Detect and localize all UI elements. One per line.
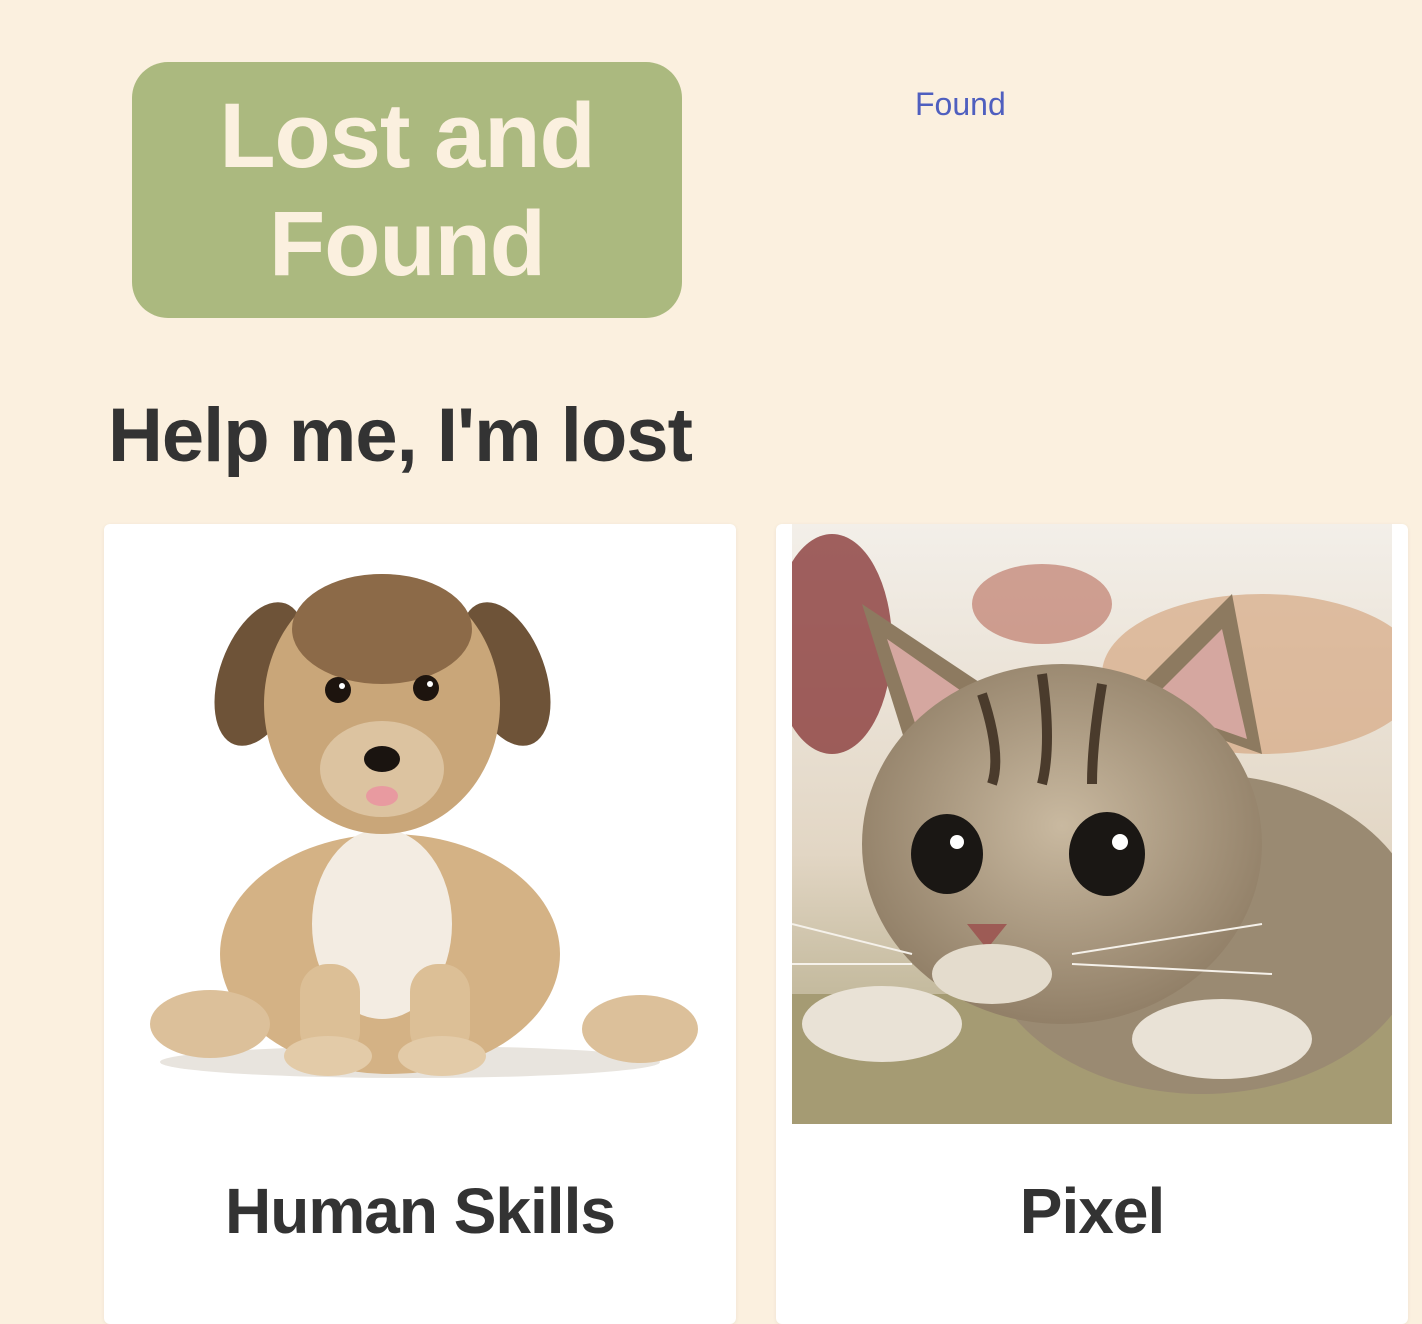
section-title: Help me, I'm lost	[108, 393, 693, 478]
pet-name: Pixel	[1019, 1175, 1165, 1247]
nav-link-found[interactable]: Found	[915, 86, 1006, 123]
pet-card-human-skills[interactable]: Human Skills	[104, 524, 736, 1324]
puppy-photo	[120, 524, 720, 1124]
site-logo[interactable]: Lost and Found	[132, 62, 682, 318]
site-logo-text: Lost and Found	[219, 85, 595, 295]
kitten-photo	[792, 524, 1392, 1124]
pet-name: Human Skills	[225, 1175, 616, 1247]
pet-card-pixel[interactable]: Pixel	[776, 524, 1408, 1324]
